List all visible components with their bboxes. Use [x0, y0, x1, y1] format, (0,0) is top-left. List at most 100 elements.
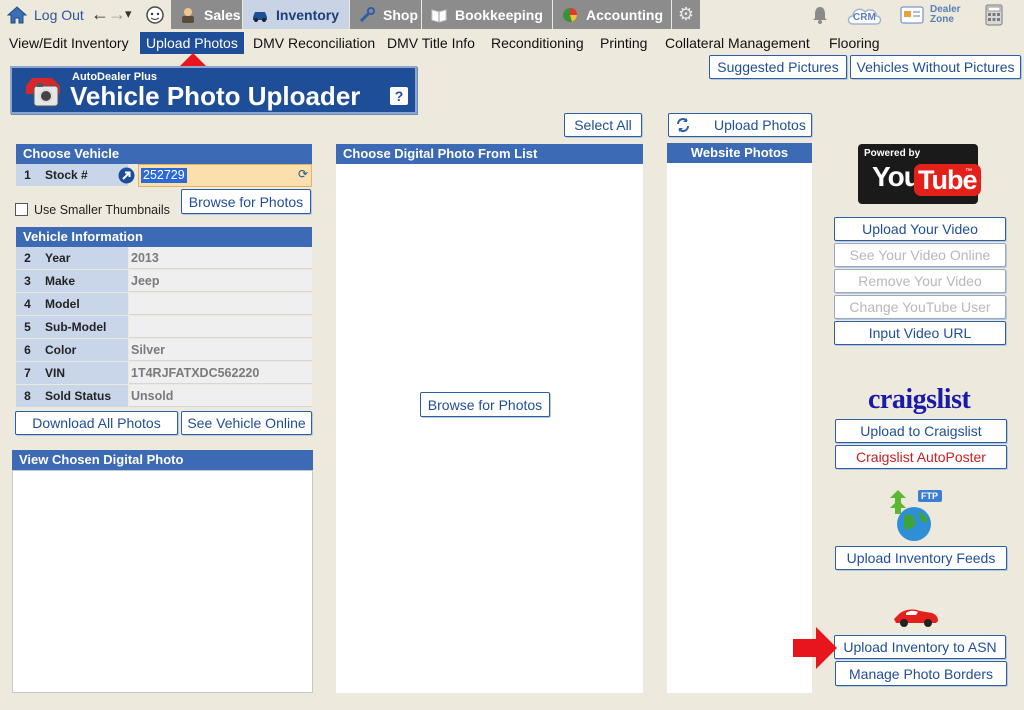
change-youtube-user-button[interactable]: Change YouTube User: [834, 295, 1006, 319]
row-number: 3: [16, 270, 39, 292]
vehicle-info-row: 6 Color Silver: [16, 339, 312, 362]
tab-sales[interactable]: Sales: [171, 0, 242, 29]
dealer-zone-label[interactable]: Dealer Zone: [930, 5, 970, 25]
calculator-icon[interactable]: [985, 4, 1003, 26]
see-your-video-online-button[interactable]: See Your Video Online: [834, 243, 1006, 267]
select-all-button[interactable]: Select All: [564, 113, 642, 137]
browse-for-photos-center-button[interactable]: Browse for Photos: [420, 392, 550, 417]
tab-shop-label: Shop: [383, 6, 418, 23]
choose-vehicle-header: Choose Vehicle: [16, 144, 312, 164]
car-icon: [251, 7, 269, 23]
vehicle-info-row: 4 Model: [16, 293, 312, 316]
vehicle-info-row: 2 Year 2013: [16, 247, 312, 270]
dealer-zone-icon[interactable]: [900, 6, 924, 24]
row-label: Make: [39, 270, 128, 292]
input-video-url-button[interactable]: Input Video URL: [834, 321, 1006, 345]
wrench-icon: [358, 6, 376, 23]
menu-dmv-title-info[interactable]: DMV Title Info: [387, 33, 475, 53]
download-all-photos-button[interactable]: Download All Photos: [15, 411, 178, 435]
upload-photos-label: Upload Photos: [714, 117, 806, 133]
back-arrow-icon[interactable]: ←: [91, 4, 109, 25]
see-vehicle-online-button[interactable]: See Vehicle Online: [181, 411, 312, 435]
refresh-icon[interactable]: ⟳: [298, 167, 308, 181]
row-number: 8: [16, 385, 39, 407]
youtube-logo: Powered by You Tube ™: [858, 144, 981, 204]
website-photos-header: Website Photos: [667, 143, 812, 163]
settings-button[interactable]: ⚙: [672, 0, 700, 29]
tab-sales-label: Sales: [204, 6, 241, 23]
page-header-banner: AutoDealer Plus Vehicle Photo Uploader ?: [10, 66, 417, 114]
tab-inventory[interactable]: Inventory: [243, 0, 349, 29]
row-value: [129, 316, 312, 338]
menu-flooring[interactable]: Flooring: [829, 33, 880, 53]
menu-collateral-management[interactable]: Collateral Management: [665, 33, 810, 53]
forward-arrow-icon[interactable]: →: [108, 4, 126, 25]
upload-inventory-to-asn-button[interactable]: Upload Inventory to ASN: [834, 635, 1006, 659]
stock-row: 1 Stock # 252729 ⟳: [16, 164, 312, 187]
row-label: VIN: [39, 362, 128, 384]
sync-icon: [675, 117, 691, 133]
browse-for-photos-button[interactable]: Browse for Photos: [181, 189, 311, 214]
vehicle-information-header: Vehicle Information: [16, 227, 312, 247]
menu-view-edit-inventory[interactable]: View/Edit Inventory: [9, 33, 129, 53]
tab-bookkeeping[interactable]: Bookkeeping: [422, 0, 552, 29]
upload-to-craigslist-button[interactable]: Upload to Craigslist: [835, 419, 1007, 443]
stock-input[interactable]: 252729 ⟳: [138, 164, 312, 187]
gear-icon: ⚙: [677, 4, 695, 24]
craigslist-autoposter-button[interactable]: Craigslist AutoPoster: [835, 445, 1007, 469]
highlight-arrow-right: [792, 626, 838, 670]
menu-reconditioning[interactable]: Reconditioning: [491, 33, 584, 53]
red-car-icon: [892, 603, 940, 629]
row-value: [129, 293, 312, 315]
upload-photos-button[interactable]: Upload Photos: [668, 113, 812, 137]
row-label: Color: [39, 339, 128, 361]
row-label: Sub-Model: [39, 316, 128, 338]
home-icon[interactable]: [6, 6, 28, 24]
menu-upload-photos[interactable]: Upload Photos: [140, 32, 244, 54]
photo-list-area[interactable]: [336, 164, 643, 693]
remove-your-video-button[interactable]: Remove Your Video: [834, 269, 1006, 293]
row-number: 2: [16, 247, 39, 269]
salesperson-icon: [179, 7, 197, 23]
upload-inventory-feeds-button[interactable]: Upload Inventory Feeds: [835, 546, 1007, 570]
ftp-globe-icon: FTP: [884, 488, 944, 544]
crm-label: CRM: [853, 12, 876, 23]
menu-dmv-reconciliation[interactable]: DMV Reconciliation: [253, 33, 375, 53]
stock-value: 252729: [141, 168, 187, 183]
row-value: Silver: [129, 339, 312, 361]
row-label: Model: [39, 293, 128, 315]
vehicle-info-row: 3 Make Jeep: [16, 270, 312, 293]
menu-printing[interactable]: Printing: [600, 33, 647, 53]
bell-icon[interactable]: [810, 5, 830, 25]
stock-label: Stock #: [39, 164, 128, 186]
manage-photo-borders-button[interactable]: Manage Photo Borders: [835, 661, 1007, 686]
help-icon[interactable]: ?: [390, 87, 408, 105]
book-icon: [430, 7, 448, 23]
row-value: Jeep: [129, 270, 312, 292]
row-value: Unsold: [129, 385, 312, 407]
tab-shop[interactable]: Shop: [350, 0, 421, 29]
tab-accounting-label: Accounting: [586, 6, 663, 23]
go-arrow-icon[interactable]: [118, 167, 135, 184]
row-number: 1: [16, 164, 39, 186]
tab-bookkeeping-label: Bookkeeping: [455, 6, 543, 23]
vehicles-without-pictures-button[interactable]: Vehicles Without Pictures: [850, 55, 1021, 79]
top-toolbar: Log Out ← → ▾ Sales Inventory Shop Bookk…: [0, 0, 1024, 30]
ftp-label: FTP: [921, 491, 938, 501]
row-label: Year: [39, 247, 128, 269]
history-dropdown-icon[interactable]: ▾: [125, 6, 132, 22]
suggested-pictures-button[interactable]: Suggested Pictures: [709, 55, 847, 79]
smaller-thumbnails-label[interactable]: Use Smaller Thumbnails: [34, 203, 170, 217]
row-number: 5: [16, 316, 39, 338]
upload-your-video-button[interactable]: Upload Your Video: [834, 217, 1006, 241]
smaller-thumbnails-checkbox[interactable]: [15, 203, 28, 216]
page-title: Vehicle Photo Uploader: [70, 81, 361, 111]
row-number: 6: [16, 339, 39, 361]
inventory-submenu: View/Edit Inventory Upload Photos DMV Re…: [0, 31, 1024, 54]
logout-link[interactable]: Log Out: [34, 7, 84, 23]
tab-inventory-label: Inventory: [276, 6, 340, 23]
powered-by-label: Powered by: [864, 148, 921, 159]
user-face-icon[interactable]: [145, 5, 165, 25]
tab-accounting[interactable]: Accounting: [553, 0, 671, 29]
website-photos-area[interactable]: [667, 163, 812, 693]
